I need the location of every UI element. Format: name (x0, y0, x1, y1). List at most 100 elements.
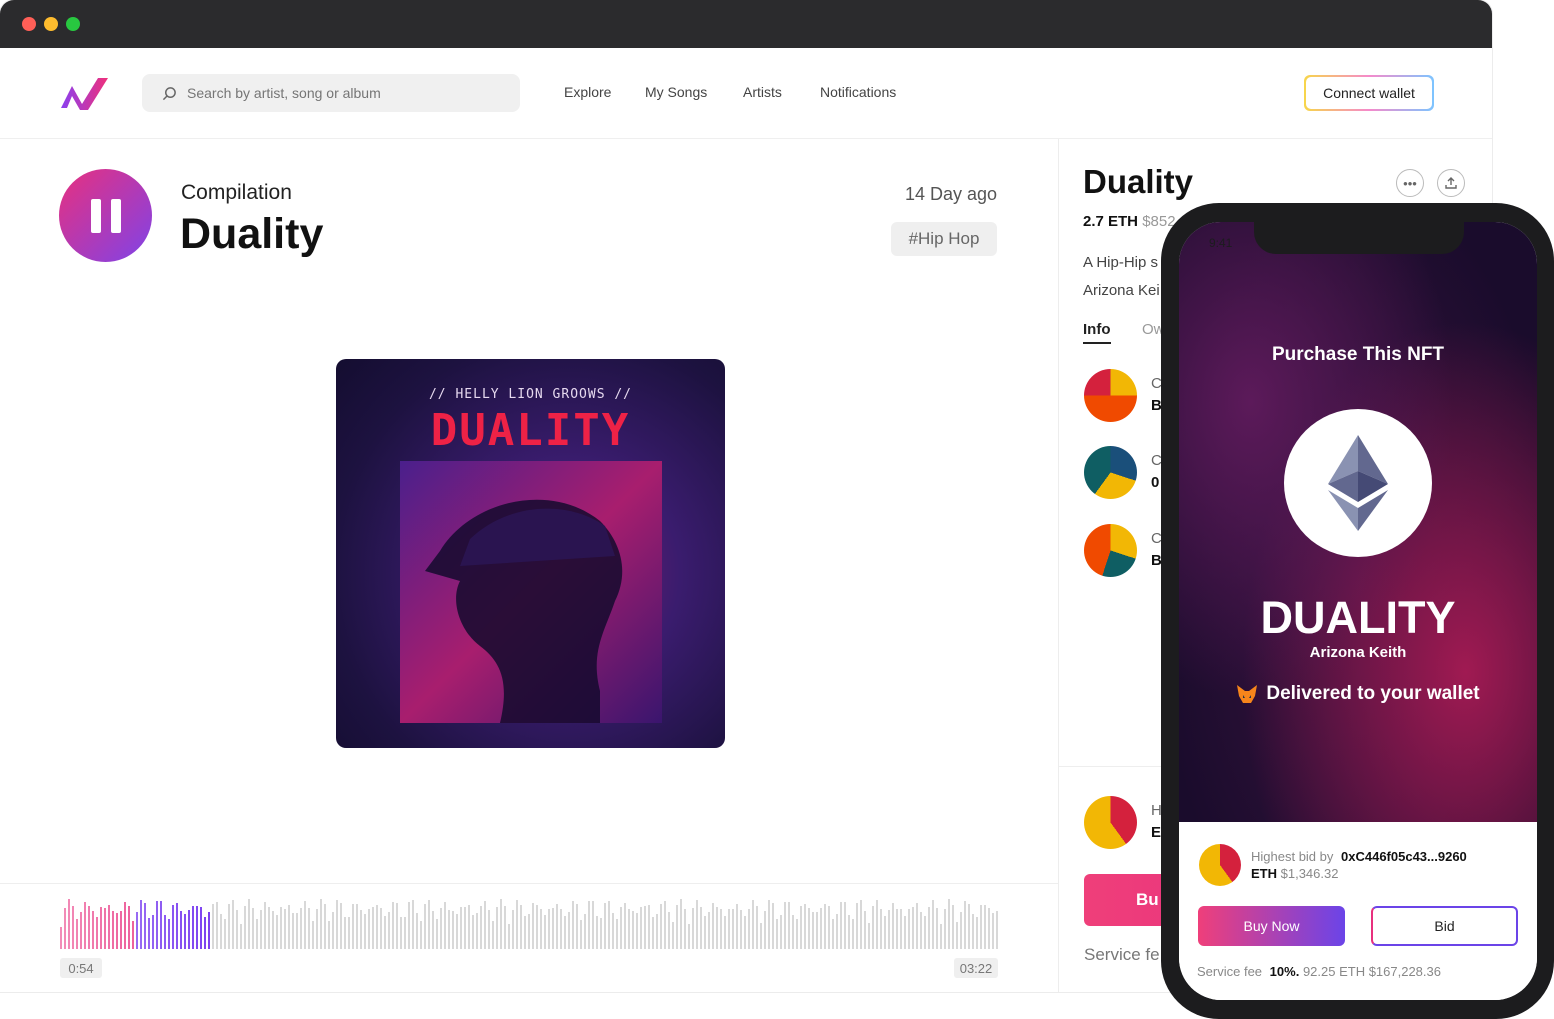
waveform-bar (916, 903, 918, 949)
nav-my-songs[interactable]: My Songs (645, 84, 707, 100)
buy-button-label: Bu (1136, 890, 1159, 909)
waveform-bar (272, 911, 274, 949)
waveform-bar (100, 906, 102, 949)
waveform-bar (920, 912, 922, 949)
close-window-button[interactable] (22, 17, 36, 31)
waveform-bar (896, 909, 898, 949)
bid-button[interactable]: Bid (1371, 906, 1518, 946)
waveform-bar (92, 911, 94, 949)
minimize-window-button[interactable] (44, 17, 58, 31)
waveform-bar (768, 899, 770, 949)
waveform-bar (720, 908, 722, 949)
service-fee-label: Service fee (1197, 964, 1263, 979)
waveform-bar (976, 916, 978, 949)
waveform-bar (616, 918, 618, 949)
waveform-bar (732, 909, 734, 949)
waveform-bar (396, 903, 398, 949)
waveform-bar (644, 905, 646, 949)
waveform-bar (348, 916, 350, 949)
pause-button[interactable] (59, 169, 152, 262)
bidder-address[interactable]: 0xC446f05c43...9260 (1341, 849, 1467, 864)
service-fee-detail: 92.25 ETH $167,228.36 (1302, 964, 1441, 979)
waveform-bar (856, 902, 858, 949)
waveform-scrubber[interactable] (60, 895, 1000, 949)
waveform-bar (692, 907, 694, 949)
waveform-bar (228, 903, 230, 949)
waveform-bar (548, 908, 550, 949)
price-eth: 2.7 ETH (1083, 213, 1139, 230)
more-icon: ••• (1403, 175, 1417, 191)
waveform-bar (628, 909, 630, 949)
waveform-bar (952, 904, 954, 949)
waveform-bar (840, 902, 842, 949)
waveform-bar (868, 923, 870, 949)
waveform-bar (136, 912, 138, 949)
bidder-avatar (1199, 844, 1241, 886)
waveform-bar (824, 904, 826, 949)
waveform-bar (880, 909, 882, 949)
waveform-bar (828, 905, 830, 949)
bid-currency: ETH (1251, 866, 1277, 881)
waveform-bar (492, 921, 494, 949)
waveform-bar (760, 922, 762, 949)
waveform-bar (808, 908, 810, 949)
waveform-bar (180, 910, 182, 949)
purchase-heading: Purchase This NFT (1271, 344, 1445, 365)
nav-notifications[interactable]: Notifications (820, 84, 896, 100)
nav-artists[interactable]: Artists (743, 84, 782, 100)
tab-info[interactable]: Info (1083, 321, 1111, 344)
waveform-bar (260, 909, 262, 949)
waveform-bar (244, 905, 246, 949)
waveform-bar (708, 912, 710, 949)
service-fee-percent: 10%. (1269, 964, 1300, 979)
waveform-bar (972, 914, 974, 949)
nav-explore[interactable]: Explore (564, 84, 611, 100)
waveform-bar (912, 907, 914, 949)
waveform-bar (484, 900, 486, 949)
waveform-bar (300, 908, 302, 949)
waveform-bar (200, 907, 202, 949)
search-bar[interactable] (142, 74, 520, 112)
waveform-bar (88, 905, 90, 949)
waveform-bar (456, 913, 458, 949)
genre-tag[interactable]: #Hip Hop (891, 222, 997, 256)
waveform-bar (160, 901, 162, 949)
waveform-bar (648, 905, 650, 949)
waveform-bar (372, 907, 374, 949)
waveform-bar (992, 912, 994, 949)
waveform-bar (668, 912, 670, 949)
search-input[interactable] (185, 84, 509, 102)
waveform-bar (304, 900, 306, 949)
waveform-bar (116, 913, 118, 949)
waveform-bar (820, 908, 822, 949)
waveform-bar (384, 916, 386, 949)
waveform-bar (640, 907, 642, 949)
waveform-bar (248, 899, 250, 949)
waveform-bar (572, 901, 574, 949)
app-logo-icon[interactable] (58, 74, 112, 114)
maximize-window-button[interactable] (66, 17, 80, 31)
waveform-bar (376, 905, 378, 949)
waveform-bar (576, 904, 578, 949)
waveform-bar (380, 907, 382, 949)
nft-title: DUALITY (1260, 592, 1456, 643)
waveform-bar (564, 915, 566, 949)
waveform-bar (532, 903, 534, 949)
connect-wallet-button[interactable]: Connect wallet (1304, 75, 1434, 111)
waveform-bar (96, 917, 98, 949)
waveform-bar (792, 914, 794, 949)
waveform-bar (804, 904, 806, 949)
waveform-bar (872, 905, 874, 949)
more-options-button[interactable]: ••• (1396, 169, 1424, 197)
buy-now-button[interactable]: Buy Now (1198, 906, 1345, 946)
waveform-bar (624, 903, 626, 949)
waveform-bar (932, 899, 934, 949)
waveform-bar (328, 921, 330, 949)
waveform-bar (360, 910, 362, 949)
share-button[interactable] (1437, 169, 1465, 197)
person-name: 0 (1151, 474, 1160, 491)
bid-value: E (1151, 824, 1162, 841)
waveform-bar (452, 911, 454, 949)
waveform-bar (528, 914, 530, 949)
waveform-bar (612, 913, 614, 949)
